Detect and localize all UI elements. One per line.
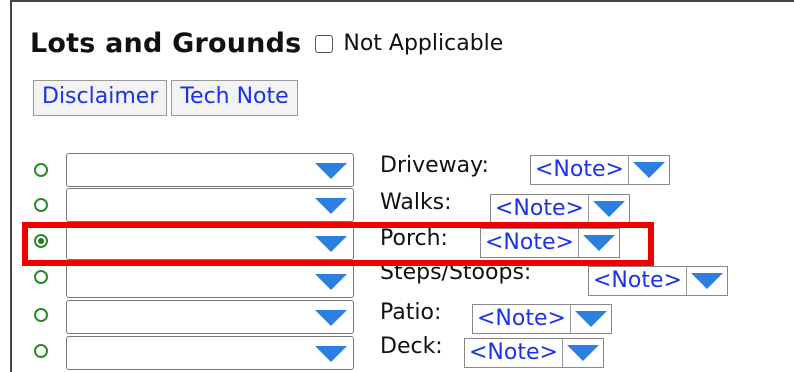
item-radio[interactable] [34,234,48,248]
item-radio[interactable] [34,308,48,322]
note-dropdown[interactable]: <Note> [588,266,728,296]
item-radio[interactable] [34,344,48,358]
note-dropdown[interactable]: <Note> [480,228,620,258]
item-label: Patio: [380,300,442,325]
chevron-down-icon[interactable] [686,267,727,295]
note-text: <Note> [473,305,571,333]
chevron-down-icon[interactable] [562,339,603,367]
chevron-down-icon [315,310,347,326]
item-radio[interactable] [34,198,48,212]
note-text: <Note> [491,195,589,223]
chevron-down-icon [315,346,347,362]
chevron-down-icon[interactable] [578,229,619,257]
chevron-down-icon [315,274,347,290]
condition-select[interactable] [66,188,354,222]
note-dropdown[interactable]: <Note> [464,338,604,368]
chevron-down-icon [315,198,347,214]
condition-select[interactable] [66,226,354,260]
note-text: <Note> [481,229,579,257]
note-dropdown[interactable]: <Note> [472,304,612,334]
note-dropdown[interactable]: <Note> [490,194,630,224]
item-label: Deck: [380,334,443,359]
tech-note-button[interactable]: Tech Note [171,80,298,116]
section-title: Lots and Grounds [30,28,302,59]
item-label: Porch: [380,226,448,251]
item-radio[interactable] [34,163,48,177]
item-radio[interactable] [34,270,48,284]
disclaimer-button[interactable]: Disclaimer [33,80,168,116]
note-text: <Note> [465,339,563,367]
item-label: Walks: [380,190,452,215]
note-dropdown[interactable]: <Note> [530,155,670,185]
not-applicable-label: Not Applicable [343,31,504,56]
section-header: Lots and Grounds Not Applicable [30,28,503,59]
condition-select[interactable] [66,300,354,334]
condition-select[interactable] [66,336,354,370]
item-label: Steps/Stoops: [380,260,532,285]
item-label: Driveway: [380,153,489,178]
chevron-down-icon[interactable] [628,156,669,184]
chevron-down-icon[interactable] [588,195,629,223]
condition-select[interactable] [66,264,354,298]
note-text: <Note> [531,156,629,184]
chevron-down-icon[interactable] [570,305,611,333]
chevron-down-icon [315,163,347,179]
not-applicable-checkbox[interactable] [315,34,334,53]
chevron-down-icon [315,236,347,252]
condition-select[interactable] [66,153,354,187]
button-row: Disclaimer Tech Note [33,80,302,116]
note-text: <Note> [589,267,687,295]
